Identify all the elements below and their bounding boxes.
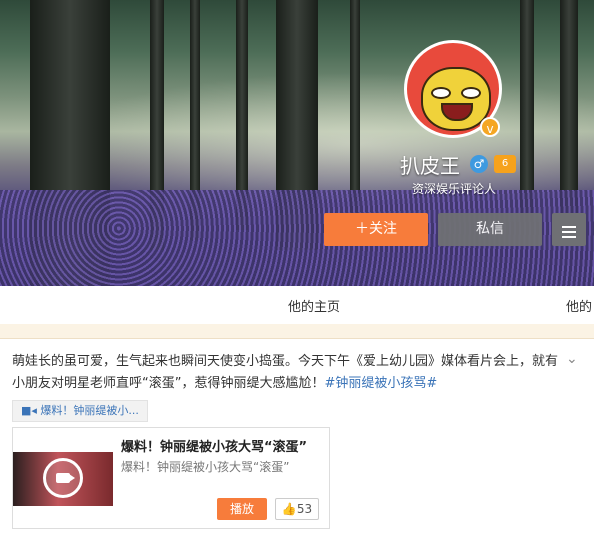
avatar-eye [461,87,481,99]
video-thumbnail[interactable] [13,452,113,506]
tab-home[interactable]: 他的主页 [288,296,340,315]
post-text: 萌娃长的虽可爱，生气起来也瞬间天使变小捣蛋。今天下午《爱上幼儿园》媒体看片会上，… [12,354,559,391]
verified-badge-icon: v [480,117,500,137]
cover-tree [350,0,360,220]
play-button[interactable]: 播放 [217,498,267,520]
separator-band [0,324,594,339]
avatar-mouth [441,103,473,121]
video-card-title[interactable]: 爆料！钟丽缇被小孩大骂“滚蛋” [121,436,307,455]
video-link-label: 爆料！钟丽缇被小... [40,404,139,417]
more-menu-button[interactable] [552,213,586,246]
post-body: 萌娃长的虽可爱，生气起来也瞬间天使变小捣蛋。今天下午《爱上幼儿园》媒体看片会上，… [12,351,560,395]
post-hashtag-link[interactable]: #钟丽缇被小孩骂# [324,376,437,391]
follow-button[interactable]: ＋关注 [324,213,428,246]
male-gender-icon: ♂ [470,155,488,173]
chevron-down-icon[interactable]: ⌄ [566,351,578,367]
play-video-icon[interactable] [43,458,83,498]
thumbs-up-icon: 👍 [281,502,297,516]
profile-tab-bar: 他的主页 他的 [0,286,594,325]
video-camera-icon: ■◂ [21,404,41,417]
like-count: 53 [296,502,313,516]
hamburger-icon [552,213,586,238]
tab-other[interactable]: 他的 [566,296,592,315]
video-link-tag[interactable]: ■◂ 爆料！钟丽缇被小... [12,400,148,422]
video-card-subtitle: 爆料！钟丽缇被小孩大骂“滚蛋” [121,460,290,474]
video-card[interactable]: 爆料！钟丽缇被小孩大骂“滚蛋” 爆料！钟丽缇被小孩大骂“滚蛋” 播放 👍53 [12,427,330,529]
avatar-eye [431,87,451,99]
profile-username: 扒皮王 [400,154,460,178]
feed-post: 萌娃长的虽可爱，生气起来也瞬间天使变小捣蛋。今天下午《爱上幼儿园》媒体看片会上，… [0,339,594,534]
vip-level-icon[interactable]: 6 [494,155,516,173]
message-button[interactable]: 私信 [438,213,542,246]
like-button[interactable]: 👍53 [275,498,319,520]
profile-bio: 资深娱乐评论人 [412,182,497,196]
